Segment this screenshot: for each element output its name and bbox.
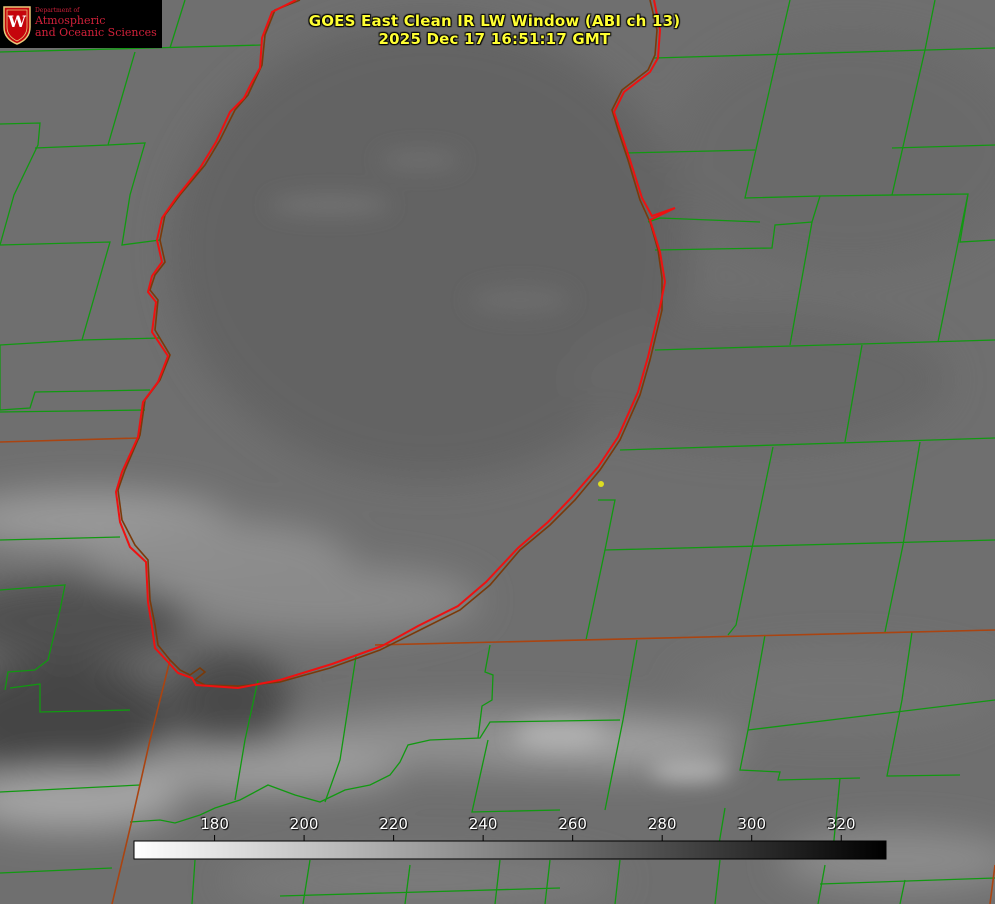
colorbar-tick-label: 220 [379, 815, 408, 833]
colorbar-tick-label: 240 [468, 815, 498, 833]
colorbar-tick-label: 280 [647, 815, 677, 833]
colorbar-tick-label: 300 [737, 815, 767, 833]
colorbar-tick-label: 320 [826, 815, 856, 833]
colorbar-tick-label: 200 [289, 815, 319, 833]
satellite-image [0, 0, 995, 904]
colorbar-tick-label: 180 [200, 815, 229, 833]
colorbar-gradient [133, 840, 887, 860]
location-marker [598, 481, 604, 487]
colorbar-tick-label: 260 [558, 815, 587, 833]
image-title: GOES East Clean IR LW Window (ABI ch 13) [308, 12, 681, 30]
image-timestamp: 2025 Dec 17 16:51:17 GMT [378, 30, 611, 48]
